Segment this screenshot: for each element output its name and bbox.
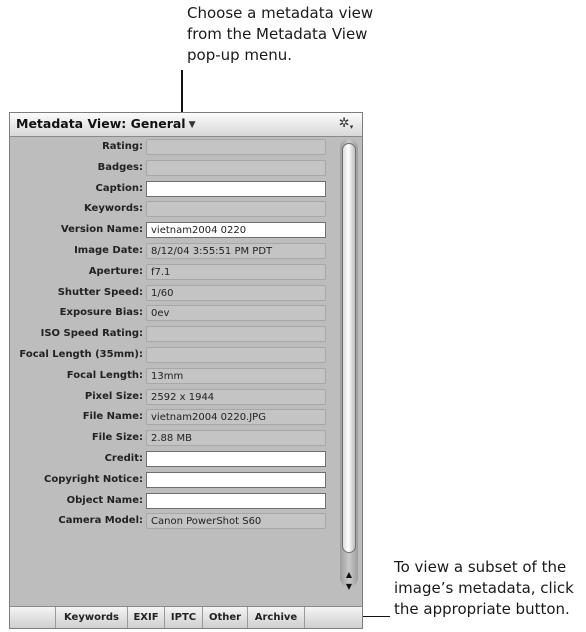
metadata-row: Focal Length: 13mm	[10, 366, 336, 387]
field-label: Version Name:	[60, 224, 143, 236]
metadata-row: ISO Speed Rating:	[10, 324, 336, 345]
callout-line: the appropriate button.	[394, 600, 570, 618]
iptc-button[interactable]: IPTC	[164, 607, 202, 628]
metadata-row: Copyright Notice:	[10, 470, 336, 491]
field-label: File Size:	[91, 432, 143, 444]
gear-icon[interactable]: ✲▾	[336, 116, 356, 132]
metadata-row: Object Name:	[10, 491, 336, 512]
readonly-field: 1/60	[146, 284, 326, 301]
callout-line: Choose a metadata view	[187, 4, 374, 22]
panel-header: Metadata View: General ▼ ✲▾	[10, 113, 362, 137]
readonly-field: f7.1	[146, 263, 326, 280]
readonly-field: Canon PowerShot S60	[146, 513, 326, 530]
metadata-row: File Name: vietnam2004 0220.JPG	[10, 407, 336, 428]
other-button[interactable]: Other	[202, 607, 247, 628]
field-label: Exposure Bias:	[59, 307, 143, 319]
metadata-row: Caption:	[10, 179, 336, 200]
callout-metadata-view: Choose a metadata view from the Metadata…	[187, 3, 447, 66]
metadata-row: Camera Model: Canon PowerShot S60	[10, 511, 336, 532]
field-label: Pixel Size:	[84, 390, 143, 402]
field-label: File Name:	[82, 411, 143, 423]
readonly-field: 8/12/04 3:55:51 PM PDT	[146, 243, 326, 259]
field-label: Shutter Speed:	[57, 286, 143, 298]
metadata-view-popup[interactable]: Metadata View: General ▼	[16, 116, 196, 131]
callout-subset-buttons: To view a subset of the image’s metadata…	[394, 557, 586, 620]
metadata-inspector-panel: Metadata View: General ▼ ✲▾ Rating: Badges…	[9, 112, 363, 629]
metadata-row: Rating:	[10, 137, 336, 158]
readonly-field	[146, 201, 326, 218]
callout-line: image’s metadata, click	[394, 579, 574, 597]
metadata-row: Keywords:	[10, 199, 336, 220]
field-label: ISO Speed Rating:	[40, 328, 143, 340]
callout-line: pop-up menu.	[187, 46, 293, 64]
metadata-row: Pixel Size: 2592 x 1944	[10, 387, 336, 408]
editable-field[interactable]	[146, 451, 326, 467]
scroll-up-icon[interactable]: ▲	[342, 569, 356, 581]
field-label: Object Name:	[66, 494, 143, 506]
editable-field[interactable]	[146, 471, 326, 488]
metadata-view-label: Metadata View: General	[16, 116, 186, 131]
tab-spacer	[304, 607, 362, 628]
readonly-field: 2.88 MB	[146, 430, 326, 447]
scrollbar-thumb[interactable]	[342, 143, 356, 553]
editable-field[interactable]	[146, 180, 326, 197]
metadata-row: Exposure Bias: 0ev	[10, 303, 336, 324]
field-label: Caption:	[95, 182, 143, 194]
field-label: Rating:	[102, 141, 143, 152]
field-label: Keywords:	[83, 203, 143, 215]
tab-spacer	[10, 607, 55, 628]
readonly-field: 13mm	[146, 367, 326, 384]
scroll-down-icon[interactable]: ▼	[342, 581, 356, 593]
readonly-field	[146, 159, 326, 176]
field-label: Badges:	[97, 161, 143, 173]
editable-field[interactable]	[146, 492, 326, 509]
metadata-row: Aperture: f7.1	[10, 262, 336, 283]
field-label: Image Date:	[74, 245, 143, 256]
callout-line: To view a subset of the	[394, 558, 567, 576]
metadata-button-bar: Keywords EXIF IPTC Other Archive	[10, 606, 362, 628]
keywords-button[interactable]: Keywords	[55, 607, 127, 628]
readonly-field: vietnam2004 0220.JPG	[146, 409, 326, 426]
callout-line: from the Metadata View	[187, 25, 368, 43]
metadata-row: Shutter Speed: 1/60	[10, 283, 336, 304]
field-label: Aperture:	[88, 265, 143, 277]
readonly-field	[146, 139, 326, 155]
metadata-row: Focal Length (35mm):	[10, 345, 336, 366]
metadata-row: Credit:	[10, 449, 336, 470]
readonly-field: 0ev	[146, 305, 326, 322]
field-label: Focal Length (35mm):	[19, 349, 143, 360]
readonly-field	[146, 347, 326, 363]
metadata-row: Badges:	[10, 158, 336, 179]
field-label: Focal Length:	[66, 369, 143, 381]
readonly-field: 2592 x 1944	[146, 388, 326, 405]
editable-field[interactable]: vietnam2004 0220	[146, 222, 326, 239]
field-label: Camera Model:	[58, 515, 143, 527]
metadata-row: Image Date: 8/12/04 3:55:51 PM PDT	[10, 241, 336, 262]
metadata-row: Version Name: vietnam2004 0220	[10, 220, 336, 241]
chevron-down-icon: ▼	[188, 120, 196, 130]
metadata-row: File Size: 2.88 MB	[10, 428, 336, 449]
field-label: Copyright Notice:	[44, 473, 143, 485]
exif-button[interactable]: EXIF	[127, 607, 164, 628]
field-label: Credit:	[104, 453, 143, 464]
readonly-field	[146, 326, 326, 343]
archive-button[interactable]: Archive	[247, 607, 304, 628]
